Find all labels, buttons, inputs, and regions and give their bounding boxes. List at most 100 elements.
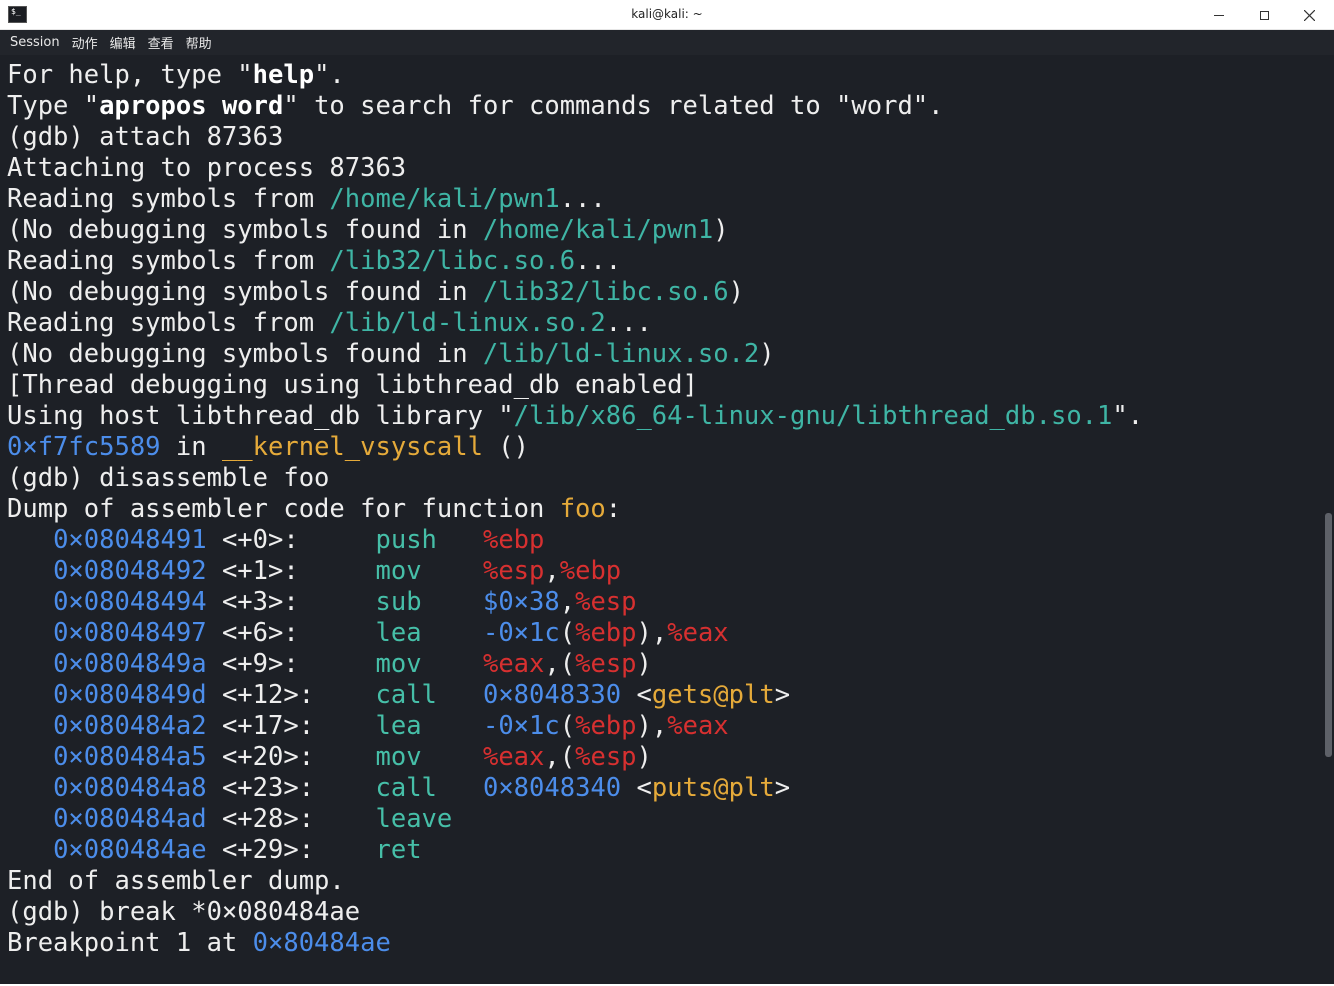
close-icon bbox=[1303, 9, 1315, 21]
terminal-text-segment: 0×0804849a bbox=[53, 649, 207, 679]
terminal-text-segment: /lib/ld-linux.so.2 bbox=[329, 308, 606, 338]
terminal-text-segment: (gdb) attach 87363 bbox=[7, 122, 284, 152]
terminal-output[interactable]: For help, type "help". Type "apropos word… bbox=[0, 55, 1324, 984]
terminal-line: 0×f7fc5589 in __kernel_vsyscall () bbox=[7, 432, 1143, 463]
terminal-line: Type "apropos word" to search for comman… bbox=[7, 91, 1143, 122]
terminal-text-segment: call bbox=[375, 680, 437, 710]
terminal-text-segment: > bbox=[774, 680, 791, 710]
terminal-text-segment: /home/kali/pwn1 bbox=[482, 215, 714, 245]
terminal-text-segment: ) bbox=[713, 215, 729, 245]
terminal-line: End of assembler dump. bbox=[7, 866, 1143, 897]
terminal-text-segment: sub bbox=[375, 587, 422, 617]
terminal-text-segment: (gdb) disassemble foo bbox=[7, 463, 330, 493]
terminal-text-segment: __kernel_vsyscall bbox=[221, 432, 483, 462]
close-button[interactable] bbox=[1286, 0, 1332, 30]
scrollbar-thumb[interactable] bbox=[1325, 513, 1332, 757]
terminal-text-segment: help bbox=[252, 60, 315, 90]
window-titlebar[interactable]: $_ kali@kali: ~ bbox=[0, 0, 1334, 30]
terminal-text-segment: <+29>: bbox=[206, 835, 376, 865]
minimize-button[interactable] bbox=[1196, 0, 1242, 30]
terminal-line: Reading symbols from /home/kali/pwn1... bbox=[7, 184, 1143, 215]
terminal-text-segment: 0×0804849d bbox=[53, 680, 207, 710]
terminal-text-segment: Reading symbols from bbox=[7, 308, 330, 338]
terminal-text-segment: 0×08048494 bbox=[53, 587, 207, 617]
terminal-text-segment: -0×1c bbox=[482, 618, 560, 648]
terminal-text-segment: -0×1c bbox=[482, 711, 560, 741]
terminal-text-segment: Breakpoint 1 at bbox=[7, 928, 253, 958]
terminal-text-segment: apropos word bbox=[99, 91, 284, 121]
terminal-text-segment: %eax bbox=[482, 742, 545, 772]
terminal-line: For help, type "help". bbox=[7, 60, 1143, 91]
terminal-text-segment: 0×08048492 bbox=[53, 556, 207, 586]
terminal-line: 0×0804849a <+9>: mov %eax,(%esp) bbox=[7, 649, 1143, 680]
terminal-text-segment: ". bbox=[1112, 401, 1144, 431]
terminal-text-segment: <+28>: bbox=[206, 804, 376, 834]
terminal-text-segment: %eax bbox=[667, 711, 729, 741]
terminal-text-segment: 0×080484a2 bbox=[53, 711, 207, 741]
terminal-text-segment: 0×080484ad bbox=[53, 804, 207, 834]
terminal-text-segment: ), bbox=[636, 618, 668, 648]
window-title: kali@kali: ~ bbox=[631, 7, 703, 21]
terminal-line: (No debugging symbols found in /home/kal… bbox=[7, 215, 1143, 246]
terminal-line: Dump of assembler code for function foo: bbox=[7, 494, 1143, 525]
terminal-text-segment: <+3>: bbox=[206, 587, 376, 617]
terminal-line: 0×080484ad <+28>: leave bbox=[7, 804, 1143, 835]
terminal-text-segment: 0×8048330 bbox=[482, 680, 622, 710]
terminal-text-segment: %ebp bbox=[559, 556, 622, 586]
terminal-text-segment: 0×08048491 bbox=[53, 525, 207, 555]
maximize-button[interactable] bbox=[1241, 0, 1287, 30]
terminal-text-segment: " to search for commands related to "wor… bbox=[283, 91, 944, 121]
terminal-text-segment: push bbox=[375, 525, 437, 555]
terminal-text-segment: Dump of assembler code for function bbox=[7, 494, 560, 524]
terminal-text-segment: (No debugging symbols found in bbox=[7, 215, 483, 245]
terminal-line: 0×080484ae <+29>: ret bbox=[7, 835, 1143, 866]
terminal-text-segment: ( bbox=[559, 711, 576, 741]
terminal-text-segment: mov bbox=[375, 556, 422, 586]
terminal-text-segment: , bbox=[559, 587, 576, 617]
maximize-icon bbox=[1259, 10, 1269, 20]
terminal-text-segment: For help, type " bbox=[7, 60, 253, 90]
terminal-text-segment: ) bbox=[759, 339, 775, 369]
menu-session[interactable]: Session bbox=[0, 35, 68, 50]
terminal-line: 0×0804849d <+12>: call 0×8048330 <gets@p… bbox=[7, 680, 1143, 711]
terminal-text-segment: ) bbox=[728, 277, 744, 307]
terminal-line: [Thread debugging using libthread_db ena… bbox=[7, 370, 1143, 401]
terminal-text-segment: <+12>: bbox=[206, 680, 376, 710]
terminal-text-segment: Reading symbols from bbox=[7, 246, 330, 276]
terminal-text-segment: ... bbox=[575, 246, 622, 276]
terminal-text-segment: ), bbox=[636, 711, 668, 741]
terminal-line: 0×080484a8 <+23>: call 0×8048340 <puts@p… bbox=[7, 773, 1143, 804]
terminal-line: (No debugging symbols found in /lib/ld-l… bbox=[7, 339, 1143, 370]
menu-actions[interactable]: 动作 bbox=[68, 33, 106, 52]
menu-view[interactable]: 查看 bbox=[144, 33, 182, 52]
terminal-line: 0×08048492 <+1>: mov %esp,%ebp bbox=[7, 556, 1143, 587]
terminal-text-segment: End of assembler dump. bbox=[7, 866, 345, 896]
terminal-text-segment: 0×f7fc5589 bbox=[7, 432, 161, 462]
terminal-text-segment: 0×80484ae bbox=[252, 928, 391, 958]
terminal-text-segment: %esp bbox=[575, 742, 637, 772]
terminal-text-segment: /lib32/libc.so.6 bbox=[329, 246, 576, 276]
terminal-text-segment: puts@plt bbox=[651, 773, 775, 803]
terminal-line: 0×08048494 <+3>: sub $0×38,%esp bbox=[7, 587, 1143, 618]
terminal-text-segment: %eax bbox=[482, 649, 545, 679]
terminal-line: 0×080484a5 <+20>: mov %eax,(%esp) bbox=[7, 742, 1143, 773]
terminal-text-segment: , bbox=[544, 556, 560, 586]
terminal-text-segment: %ebp bbox=[575, 711, 637, 741]
terminal-text-segment: 0×8048340 bbox=[482, 773, 622, 803]
terminal-text-segment: < bbox=[621, 680, 652, 710]
terminal-text-segment: Using host libthread_db library " bbox=[7, 401, 514, 431]
terminal-line: Breakpoint 1 at 0×80484ae bbox=[7, 928, 1143, 959]
menu-help[interactable]: 帮助 bbox=[182, 33, 220, 52]
menu-edit[interactable]: 编辑 bbox=[106, 33, 144, 52]
